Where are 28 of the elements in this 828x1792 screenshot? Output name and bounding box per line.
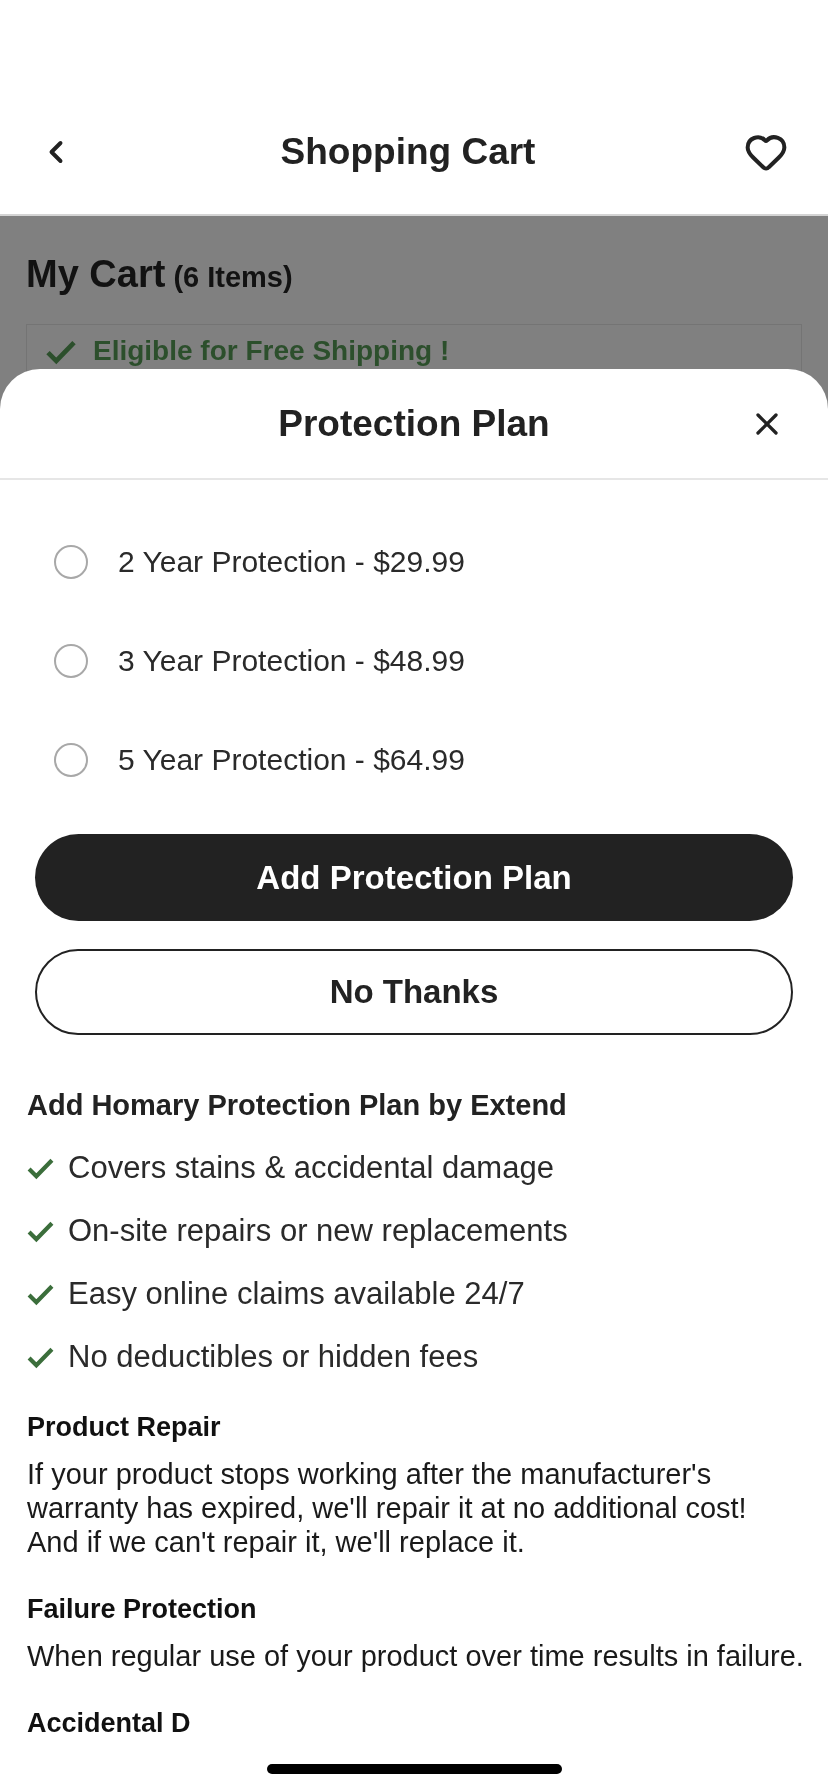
checkmark-icon bbox=[27, 1346, 54, 1369]
add-protection-plan-button[interactable]: Add Protection Plan bbox=[35, 834, 793, 921]
no-thanks-button[interactable]: No Thanks bbox=[35, 949, 793, 1035]
sheet-title: Protection Plan bbox=[278, 401, 550, 446]
cart-item-count: (6 Items) bbox=[173, 260, 293, 295]
page-title: Shopping Cart bbox=[280, 130, 536, 175]
benefit-text: Easy online claims available 24/7 bbox=[68, 1275, 525, 1314]
cart-title: My Cart bbox=[26, 252, 166, 296]
checkmark-icon bbox=[27, 1283, 54, 1306]
checkmark-icon bbox=[27, 1157, 54, 1180]
section-heading: Accidental D bbox=[27, 1707, 192, 1739]
checkmark-icon bbox=[45, 339, 77, 365]
radio-button[interactable] bbox=[54, 544, 88, 579]
benefit-text: No deductibles or hidden fees bbox=[68, 1338, 479, 1377]
benefit-text: Covers stains & accidental damage bbox=[68, 1149, 554, 1188]
section-description: When regular use of your product over time results in failure. bbox=[27, 1639, 805, 1673]
section-description: If your product stops working after the manufacturer's warranty has expired, we'll repair it at no additional cost! And if we can't repair it, we'll replace it. bbox=[27, 1457, 748, 1559]
shipping-notice: Eligible for Free Shipping ! bbox=[93, 335, 450, 367]
plan-option-label[interactable]: 5 Year Protection - $64.99 bbox=[118, 737, 465, 782]
section-heading: Product Repair bbox=[27, 1411, 222, 1443]
section-heading: Failure Protection bbox=[27, 1593, 258, 1625]
radio-button[interactable] bbox=[54, 742, 88, 777]
checkmark-icon bbox=[27, 1220, 54, 1243]
benefits-heading: Add Homary Protection Plan by Extend bbox=[27, 1088, 568, 1123]
plan-option-label[interactable]: 3 Year Protection - $48.99 bbox=[118, 638, 465, 683]
benefit-text: On-site repairs or new replacements bbox=[68, 1212, 568, 1251]
radio-button[interactable] bbox=[54, 643, 88, 678]
plan-option-label[interactable]: 2 Year Protection - $29.99 bbox=[118, 539, 465, 584]
